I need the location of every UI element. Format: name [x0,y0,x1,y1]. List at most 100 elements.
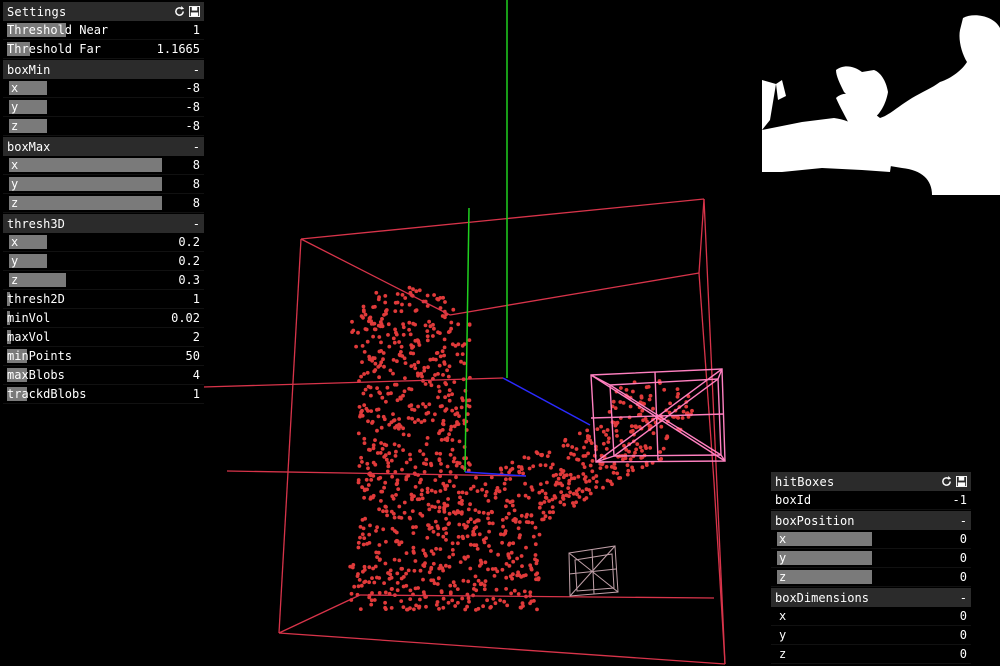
cloud-point [631,468,635,473]
boxdimensions-y-slider[interactable]: y0 [771,626,971,645]
threshold-far-slider[interactable]: Threshold Far 1.1665 [3,40,204,59]
boxmin-z-slider[interactable]: z -8 [3,117,204,136]
boxdimensions-z-slider[interactable]: z0 [771,645,971,664]
cloud-point [446,393,451,398]
cloud-point [537,505,542,510]
cloud-point [529,513,534,518]
boxposition-z-slider[interactable]: z0 [771,568,971,587]
cloud-point [425,436,430,440]
thresh3d-z-slider[interactable]: z 0.3 [3,271,204,290]
maxblobs-slider[interactable]: maxBlobs 4 [3,366,204,385]
cloud-point [455,509,460,513]
cloud-point [510,503,515,508]
refresh-icon[interactable] [174,6,185,17]
cloud-point [454,406,458,411]
cloud-point [563,438,567,443]
cloud-point [455,352,460,357]
cloud-point [395,571,400,576]
cloud-point [461,398,465,403]
cloud-point [360,460,364,464]
boxmin-x-slider[interactable]: x -8 [3,79,204,98]
cloud-point [357,464,362,468]
cloud-point [516,526,521,531]
cloud-point [423,404,428,409]
cloud-point [476,606,481,611]
cloud-point [369,495,373,500]
boxmin-collapse-button[interactable]: - [193,63,200,77]
cloud-point [418,480,422,485]
cloud-point [484,490,489,494]
thresh2d-slider[interactable]: thresh2D 1 [3,290,204,309]
thresh3d-group-header[interactable]: thresh3D - [3,214,204,233]
cloud-point [418,449,422,453]
cloud-point [468,542,473,547]
cloud-point [528,590,533,595]
trackdblobs-slider[interactable]: trackdBlobs 1 [3,385,204,404]
settings-titlebar[interactable]: Settings [3,2,204,21]
boxposition-y-slider[interactable]: y0 [771,549,971,568]
cloud-point [436,384,441,389]
cloud-point [381,414,386,419]
boxposition-group-header[interactable]: boxPosition - [771,511,971,530]
cloud-point [386,322,391,327]
boxposition-x-slider[interactable]: x0 [771,530,971,549]
boxmax-z-slider[interactable]: z8 [3,194,204,213]
thresh3d-collapse-button[interactable]: - [193,217,200,231]
save-icon[interactable] [189,6,200,17]
cloud-point [625,463,630,468]
boxdimensions-collapse-button[interactable]: - [960,591,967,605]
boxmax-y-slider[interactable]: y8 [3,175,204,194]
boxmax-x-slider[interactable]: x8 [3,156,204,175]
cloud-point [515,556,519,561]
cloud-point [394,493,398,497]
cloud-point [472,582,477,587]
minvol-slider[interactable]: minVol 0.02 [3,309,204,328]
trackdblobs-label: trackdBlobs [7,387,87,401]
cloud-point [429,488,434,493]
boxid-label: boxId [775,493,812,507]
cloud-point [360,360,364,364]
cloud-point [466,520,471,524]
cloud-point [383,294,388,298]
cloud-point [582,465,587,469]
cloud-point [408,597,413,601]
cloud-point [640,449,644,453]
thresh3d-x-slider[interactable]: x 0.2 [3,233,204,252]
boxdimensions-x-slider[interactable]: x0 [771,607,971,626]
cloud-point [452,456,457,461]
cloud-point [384,399,388,404]
cloud-point [402,500,407,505]
cloud-point [475,518,480,523]
cloud-point [425,338,430,343]
cloud-point [647,397,652,402]
boxposition-collapse-button[interactable]: - [960,514,967,528]
cloud-point [510,460,515,465]
cloud-point [531,464,536,469]
thresh3d-y-slider[interactable]: y 0.2 [3,252,204,271]
minpoints-slider[interactable]: minPoints 50 [3,347,204,366]
cloud-point [487,529,491,534]
threshold-near-slider[interactable]: Threshold Near 1 [3,21,204,40]
refresh-icon[interactable] [941,476,952,487]
cloud-point [413,465,418,470]
boxdimensions-group-header[interactable]: boxDimensions - [771,588,971,607]
cloud-point [554,472,558,477]
boxmax-x-value: 8 [192,158,200,172]
cloud-point [486,567,490,572]
hitboxes-titlebar[interactable]: hitBoxes [771,472,971,491]
cloud-point [416,360,421,365]
boxmin-group-header[interactable]: boxMin - [3,60,204,79]
cloud-point [422,365,427,370]
cloud-point [442,360,447,365]
boxid-field[interactable]: boxId -1 [771,491,971,510]
boxmin-y-slider[interactable]: y -8 [3,98,204,117]
cloud-point [431,561,436,566]
cloud-point [356,431,361,436]
cloud-point [434,351,439,355]
boxmax-collapse-button[interactable]: - [193,140,200,154]
save-icon[interactable] [956,476,967,487]
cloud-point [507,541,512,546]
cloud-point [393,425,397,430]
maxvol-slider[interactable]: maxVol 2 [3,328,204,347]
boxmax-group-header[interactable]: boxMax - [3,137,204,156]
